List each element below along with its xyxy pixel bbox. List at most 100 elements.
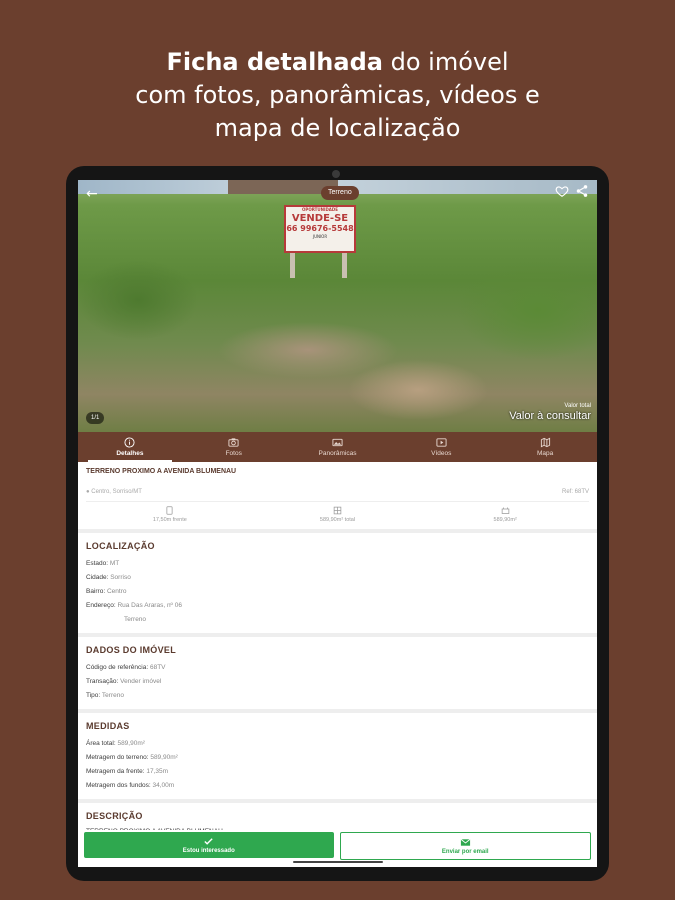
tab-fotos[interactable]: Fotos: [182, 432, 286, 462]
kv-bairro: Bairro: Centro: [86, 585, 589, 599]
kv-value: 589,90m²: [117, 740, 145, 747]
kv-key: Bairro:: [86, 588, 106, 595]
headline-line-3: mapa de localização: [214, 114, 461, 142]
interested-button[interactable]: Estou interessado: [84, 832, 334, 858]
tab-label: Mapa: [536, 450, 554, 457]
for-sale-sign: OPORTUNIDADE VENDE-SE 66 99676-5548 JUNI…: [284, 205, 356, 253]
property-title: TERRENO PROXIMO A AVENIDA BLUMENAU: [86, 468, 237, 475]
tab-panoramicas[interactable]: Panorâmicas: [286, 432, 390, 462]
property-photo[interactable]: OPORTUNIDADE VENDE-SE 66 99676-5548 JUNI…: [78, 180, 597, 432]
tab-mapa[interactable]: Mapa: [493, 432, 597, 462]
tab-videos[interactable]: Vídeos: [389, 432, 493, 462]
price-label: Valor total: [564, 403, 591, 409]
tablet-frame: OPORTUNIDADE VENDE-SE 66 99676-5548 JUNI…: [66, 166, 609, 881]
headline-line-2: com fotos, panorâmicas, vídeos e: [135, 81, 540, 109]
kv-value: 34,00m: [152, 782, 175, 789]
kv-value: Vender imóvel: [120, 678, 162, 685]
summary-stats: 17,50m frente 589,90m² total 589,90m²: [86, 501, 589, 523]
kv-area-total: Área total: 589,90m²: [86, 737, 589, 751]
tab-label: Detalhes: [116, 450, 144, 457]
back-arrow-icon[interactable]: ←: [86, 186, 98, 202]
kv-metragem-frente: Metragem da frente: 17,35m: [86, 765, 589, 779]
kv-key: Área total:: [86, 740, 116, 747]
kv-key: Transação:: [86, 678, 119, 685]
panorama-icon: [332, 438, 343, 447]
heart-icon[interactable]: [555, 184, 569, 198]
kv-value: MT: [109, 560, 120, 567]
kv-key: Metragem do terreno:: [86, 754, 149, 761]
details-content[interactable]: TERRENO PROXIMO A AVENIDA BLUMENAU ● Cen…: [78, 462, 597, 867]
kv-metragem-fundos: Metragem dos fundos: 34,00m: [86, 779, 589, 793]
stat-terreno-value: 589,90m²: [493, 517, 517, 523]
interested-label: Estou interessado: [182, 848, 235, 854]
camera-icon: [228, 438, 239, 447]
kv-key: Cidade:: [86, 574, 109, 581]
app-screen: OPORTUNIDADE VENDE-SE 66 99676-5548 JUNI…: [78, 180, 597, 867]
kv-value: 589,90m²: [150, 754, 178, 761]
stat-total-value: 589,90m² total: [319, 517, 356, 523]
kv-value: 68TV: [149, 664, 166, 671]
localizacao-title: LOCALIZAÇÃO: [86, 541, 155, 551]
kv-key: Metragem dos fundos:: [86, 782, 151, 789]
stat-total: 589,90m² total: [254, 506, 422, 523]
photo-actions: [555, 184, 589, 198]
promo-headline: Ficha detalhada do imóvel com fotos, pan…: [0, 46, 675, 145]
price-block: Valor total Valor à consultar: [509, 402, 591, 423]
headline-bold: Ficha detalhada: [166, 48, 383, 76]
tab-label: Vídeos: [431, 450, 452, 457]
stat-terreno: 589,90m²: [421, 506, 589, 523]
front-camera: [332, 170, 340, 178]
kv-cidade: Cidade: Sorriso: [86, 571, 589, 585]
area-icon: [333, 506, 342, 515]
tab-label: Fotos: [225, 450, 242, 457]
kv-key: Endereço:: [86, 602, 116, 609]
tab-label: Panorâmicas: [318, 450, 357, 457]
location-row: ● Centro, Sorriso/MT Ref: 68TV: [86, 489, 589, 495]
price-value: Valor à consultar: [509, 410, 591, 422]
kv-endereco: Endereço: Rua Das Araras, nº 06: [86, 599, 589, 613]
kv-estado: Estado: MT: [86, 557, 589, 571]
location-value: Centro, Sorriso/MT: [91, 489, 142, 495]
kv-key: Estado:: [86, 560, 109, 567]
ruler-icon: [166, 506, 173, 515]
kv-key: Código de referência:: [86, 664, 149, 671]
kv-value: Sorriso: [110, 574, 131, 581]
reference-code: Ref: 68TV: [561, 489, 589, 495]
sign-name-text: JUNIOR: [312, 234, 328, 239]
info-icon: [124, 437, 135, 448]
kv-value: Centro: [106, 588, 127, 595]
email-label: Enviar por email: [441, 849, 489, 855]
share-icon[interactable]: [575, 184, 589, 198]
sign-main-text: VENDE-SE: [291, 213, 349, 224]
kv-endereco-extra: Terreno: [124, 616, 147, 623]
property-type-badge: Terreno: [321, 186, 359, 200]
email-button[interactable]: Enviar por email: [339, 832, 591, 860]
localizacao-card: LOCALIZAÇÃO Estado: MT Cidade: Sorriso B…: [78, 533, 597, 633]
medidas-title: MEDIDAS: [86, 721, 130, 731]
kv-metragem-terreno: Metragem do terreno: 589,90m²: [86, 751, 589, 765]
kv-transacao: Transação: Vender imóvel: [86, 675, 589, 689]
tab-detalhes[interactable]: Detalhes: [78, 432, 182, 462]
headline-rest: do imóvel: [382, 48, 509, 76]
kv-value: Terreno: [101, 692, 124, 699]
mail-icon: [460, 838, 471, 846]
map-icon: [540, 437, 550, 448]
kv-tipo: Tipo: Terreno: [86, 689, 589, 703]
kv-key: Tipo:: [86, 692, 101, 699]
land-icon: [501, 507, 509, 514]
home-indicator: [293, 861, 383, 863]
dados-card: DADOS DO IMÓVEL Código de referência: 68…: [78, 637, 597, 709]
check-icon: [204, 838, 213, 845]
dados-title: DADOS DO IMÓVEL: [86, 645, 177, 655]
location-text: ● Centro, Sorriso/MT: [86, 489, 142, 495]
headline-line-1: Ficha detalhada do imóvel: [0, 46, 675, 79]
kv-key: Metragem da frente:: [86, 768, 145, 775]
kv-value: 17,35m: [146, 768, 169, 775]
medidas-card: MEDIDAS Área total: 589,90m² Metragem do…: [78, 713, 597, 799]
kv-codigo: Código de referência: 68TV: [86, 661, 589, 675]
stat-frente-value: 17,50m frente: [152, 517, 187, 523]
sign-phone-text: 66 99676-5548: [286, 224, 354, 233]
photo-counter: 1/1: [86, 412, 105, 424]
stat-frente: 17,50m frente: [86, 506, 254, 523]
summary-card: TERRENO PROXIMO A AVENIDA BLUMENAU ● Cen…: [78, 462, 597, 529]
